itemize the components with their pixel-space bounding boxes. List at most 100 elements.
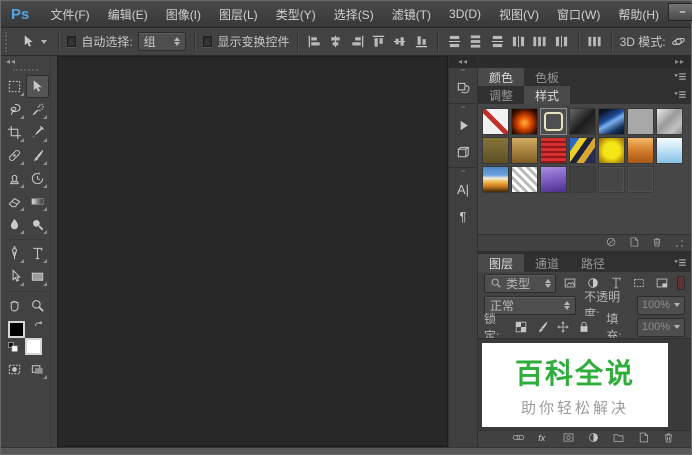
- dock-grip[interactable]: [461, 69, 465, 73]
- tab-adjustments[interactable]: 调整: [478, 86, 524, 104]
- lock-position-button[interactable]: [554, 318, 571, 337]
- link-layers-button[interactable]: [512, 431, 525, 447]
- eyedropper-tool[interactable]: [26, 121, 49, 144]
- hand-tool[interactable]: [3, 294, 26, 317]
- panel-menu-icon[interactable]: [669, 68, 691, 86]
- distribute-spacing-button[interactable]: [586, 32, 602, 51]
- align-vertical-centers-button[interactable]: [392, 32, 408, 51]
- tab-swatches[interactable]: 色板: [524, 68, 570, 86]
- style-swatch-empty[interactable]: [627, 166, 654, 193]
- menu-select[interactable]: 选择(S): [325, 2, 383, 27]
- default-colors-icon[interactable]: [7, 341, 19, 356]
- eraser-tool[interactable]: [3, 190, 26, 213]
- panel-menu-icon[interactable]: [669, 254, 691, 272]
- swap-colors-icon[interactable]: [33, 320, 45, 335]
- new-style-button[interactable]: [628, 236, 640, 251]
- new-adjustment-layer-button[interactable]: [587, 431, 600, 447]
- style-swatch[interactable]: [540, 137, 567, 164]
- move-tool[interactable]: [25, 75, 49, 98]
- style-swatch[interactable]: [598, 137, 625, 164]
- quick-mask-button[interactable]: [3, 358, 26, 381]
- clone-stamp-tool[interactable]: [3, 167, 26, 190]
- tab-color[interactable]: 颜色: [478, 68, 525, 86]
- layers-list-area[interactable]: 百科全说 助你轻松解决: [478, 338, 691, 430]
- add-layer-mask-button[interactable]: [562, 431, 575, 447]
- style-swatch-empty[interactable]: [569, 166, 596, 193]
- layer-style-button[interactable]: [537, 431, 550, 447]
- tab-layers[interactable]: 图层: [478, 254, 525, 272]
- opacity-dropdown[interactable]: 100%: [636, 295, 685, 315]
- crop-tool[interactable]: [3, 121, 26, 144]
- filter-toggle-switch[interactable]: [677, 276, 685, 290]
- style-swatch-selected[interactable]: [540, 108, 567, 135]
- menu-3d[interactable]: 3D(D): [440, 3, 490, 25]
- shape-tool[interactable]: [26, 265, 49, 288]
- style-swatch[interactable]: [569, 108, 596, 135]
- auto-select-dropdown[interactable]: 组: [137, 32, 186, 51]
- history-panel-button[interactable]: [449, 75, 477, 102]
- panel-menu-icon[interactable]: [669, 86, 691, 104]
- menu-file[interactable]: 文件(F): [41, 2, 98, 27]
- history-brush-tool[interactable]: [26, 167, 49, 190]
- tab-styles[interactable]: 样式: [524, 86, 571, 104]
- paragraph-panel-button[interactable]: ¶: [449, 203, 477, 230]
- rectangular-marquee-tool[interactable]: [3, 75, 26, 98]
- layer-filter-dropdown[interactable]: 类型: [484, 273, 556, 293]
- menu-image[interactable]: 图像(I): [157, 2, 210, 27]
- tab-channels[interactable]: 通道: [524, 254, 570, 272]
- magic-wand-tool[interactable]: [26, 98, 49, 121]
- menu-layer[interactable]: 图层(L): [210, 2, 267, 27]
- canvas-area[interactable]: [57, 56, 448, 447]
- align-left-edges-button[interactable]: [306, 32, 322, 51]
- clear-style-button[interactable]: [605, 236, 617, 251]
- delete-layer-button[interactable]: [662, 431, 675, 447]
- style-swatch[interactable]: [482, 166, 509, 193]
- style-swatch[interactable]: [511, 137, 538, 164]
- menu-window[interactable]: 窗口(W): [548, 2, 609, 27]
- 3d-orbit-icon[interactable]: [671, 32, 687, 51]
- menu-type[interactable]: 类型(Y): [267, 2, 325, 27]
- style-swatch[interactable]: [598, 108, 625, 135]
- align-right-edges-button[interactable]: [349, 32, 365, 51]
- auto-select-checkbox[interactable]: [66, 36, 77, 47]
- foreground-color-swatch[interactable]: [7, 321, 25, 338]
- background-color-swatch[interactable]: [24, 338, 42, 355]
- character-panel-button[interactable]: A|: [449, 176, 477, 203]
- menu-filter[interactable]: 滤镜(T): [383, 2, 440, 27]
- style-swatch[interactable]: [511, 166, 538, 193]
- filter-pixel-layers-button[interactable]: [560, 274, 579, 293]
- gradient-tool[interactable]: [26, 190, 49, 213]
- style-swatch[interactable]: [656, 137, 683, 164]
- distribute-right-edges-button[interactable]: [553, 32, 569, 51]
- blur-tool[interactable]: [3, 213, 26, 236]
- style-swatch[interactable]: [482, 108, 509, 135]
- filter-shape-layers-button[interactable]: [629, 274, 648, 293]
- style-swatch-empty[interactable]: [598, 166, 625, 193]
- menu-help[interactable]: 帮助(H): [609, 2, 668, 27]
- brush-tool[interactable]: [26, 144, 49, 167]
- style-swatch[interactable]: [627, 137, 654, 164]
- distribute-left-edges-button[interactable]: [510, 32, 526, 51]
- distribute-horizontal-centers-button[interactable]: [532, 32, 548, 51]
- actions-panel-button[interactable]: [449, 112, 477, 139]
- distribute-vertical-centers-button[interactable]: [468, 32, 484, 51]
- distribute-bottom-edges-button[interactable]: [489, 32, 505, 51]
- screen-mode-button[interactable]: [26, 358, 49, 381]
- tool-preset-picker[interactable]: [16, 32, 50, 51]
- 3d-panel-button[interactable]: [449, 139, 477, 166]
- minimize-button[interactable]: –: [668, 3, 692, 21]
- dock-grip[interactable]: [461, 170, 465, 174]
- fill-dropdown[interactable]: 100%: [636, 317, 685, 337]
- align-horizontal-centers-button[interactable]: [328, 32, 344, 51]
- distribute-top-edges-button[interactable]: [446, 32, 462, 51]
- pen-tool[interactable]: [3, 242, 26, 265]
- delete-style-button[interactable]: [651, 236, 663, 251]
- dock-collapse-button[interactable]: ◂◂: [449, 56, 477, 68]
- show-transform-checkbox[interactable]: [202, 36, 213, 47]
- lock-transparency-button[interactable]: [512, 318, 529, 337]
- style-swatch[interactable]: [482, 137, 509, 164]
- dodge-tool[interactable]: [26, 213, 49, 236]
- style-swatch[interactable]: [627, 108, 654, 135]
- lock-all-button[interactable]: [575, 318, 592, 337]
- healing-brush-tool[interactable]: [3, 144, 26, 167]
